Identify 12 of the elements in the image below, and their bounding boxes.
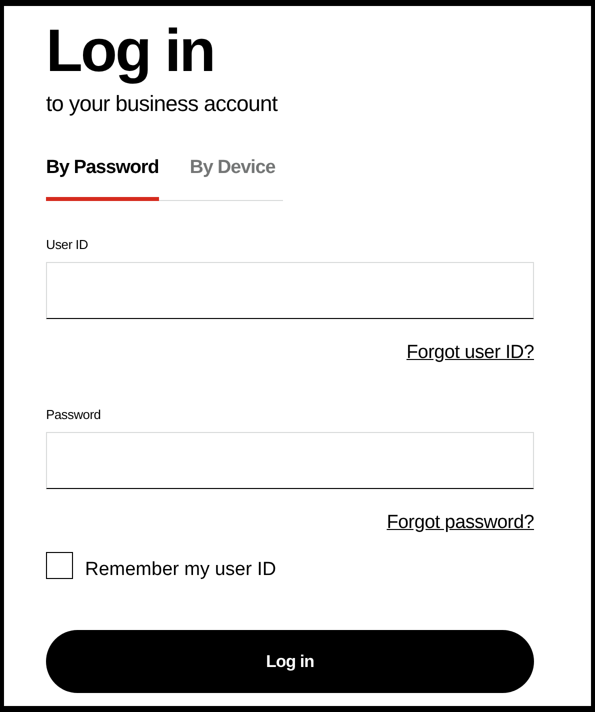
field-label: User ID <box>46 236 89 254</box>
forgot-link[interactable]: Forgot password? <box>386 509 534 538</box>
subtitle: to your business account <box>46 90 279 118</box>
remember-label: Remember my user ID <box>85 558 276 582</box>
tab[interactable]: By Password <box>46 154 159 200</box>
login-button[interactable]: Log in <box>46 630 534 693</box>
remember-checkbox[interactable] <box>46 552 73 580</box>
input-field[interactable] <box>46 432 534 489</box>
field-label: Password <box>46 406 102 424</box>
tab[interactable]: By Device <box>190 154 276 200</box>
forgot-link[interactable]: Forgot user ID? <box>406 339 534 368</box>
input-field[interactable] <box>46 262 534 319</box>
